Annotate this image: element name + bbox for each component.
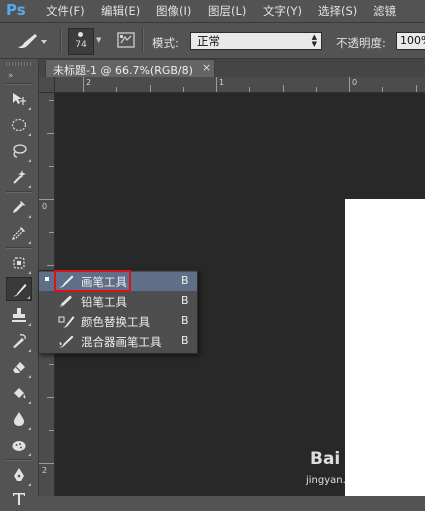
paint-bucket-icon [14, 388, 26, 399]
flyout-item-shortcut: B [181, 274, 189, 287]
document-tab[interactable]: 未标题-1 @ 66.7%(RGB/8) × [45, 59, 215, 77]
clone-stamp-icon [12, 308, 26, 322]
flyout-item-label: 混合器画笔工具 [81, 335, 162, 349]
watermark-brand: Bai [310, 449, 341, 469]
annotation-highlight-box [54, 270, 131, 292]
watermark-brand-cn: 经验 [368, 454, 396, 470]
spot-healing-tool-button[interactable] [6, 251, 32, 275]
toolbox-separator [6, 459, 32, 461]
blur-tool-button[interactable] [6, 407, 32, 431]
brush-size-picker[interactable]: 74 [68, 28, 94, 55]
menu-file[interactable]: 文件(F) [46, 3, 85, 19]
menu-edit[interactable]: 编辑(E) [101, 3, 140, 19]
ruler-label: 0 [352, 78, 358, 87]
menu-bar: Ps 文件(F) 编辑(E) 图像(I) 图层(L) 文字(Y) 选择(S) 滤… [0, 0, 425, 23]
color-replacement-icon [58, 316, 75, 328]
photoshop-logo: Ps [6, 1, 26, 19]
history-brush-tool-button[interactable] [6, 329, 32, 353]
opacity-input[interactable]: 100% [396, 32, 425, 50]
eyedropper-tool-button[interactable] [6, 195, 32, 219]
options-bar: 74 ▼ 模式: 正常 ▲▼ 不透明度: 100% [0, 23, 425, 59]
ruler-origin[interactable] [39, 77, 55, 93]
blur-icon [14, 412, 24, 426]
options-separator [142, 28, 144, 53]
opacity-label: 不透明度: [336, 36, 386, 50]
toolbox-grip[interactable] [6, 62, 32, 66]
flyout-item-color-replacement-tool[interactable]: 颜色替换工具 B [39, 312, 197, 331]
close-icon[interactable]: × [202, 61, 211, 74]
menu-filter[interactable]: 滤镜 [373, 3, 396, 19]
ruler-label: 1 [219, 78, 225, 87]
sponge-tool-button[interactable] [6, 433, 32, 457]
flyout-item-pencil-tool[interactable]: 铅笔工具 B [39, 292, 197, 311]
horizontal-ruler[interactable]: 2 1 0 [55, 77, 425, 93]
menu-select[interactable]: 选择(S) [318, 3, 357, 19]
move-icon [13, 93, 26, 105]
color-sampler-tool-button[interactable] [6, 221, 32, 245]
history-brush-icon [13, 334, 26, 348]
menu-layer[interactable]: 图层(L) [208, 3, 246, 19]
brush-tip-preview [78, 32, 83, 37]
spot-healing-icon [13, 257, 25, 269]
marquee-tool-button[interactable] [6, 113, 32, 137]
tool-preset-picker[interactable] [14, 30, 52, 52]
mode-label: 模式: [152, 36, 179, 50]
selected-bullet-icon [45, 277, 49, 281]
ruler-label: 2 [86, 78, 92, 87]
paint-bucket-tool-button[interactable] [6, 381, 32, 405]
eyedropper-icon [13, 201, 25, 213]
eraser-tool-button[interactable] [6, 355, 32, 379]
mixer-brush-icon [59, 335, 74, 348]
brush-size-value: 74 [75, 40, 87, 50]
watermark-url: jingyan.baidu.com [306, 475, 399, 486]
flyout-item-label: 铅笔工具 [81, 295, 127, 309]
ruler-label: 2 [42, 466, 48, 475]
flyout-item-label: 颜色替换工具 [81, 315, 150, 329]
pen-icon [14, 468, 24, 481]
ruler-label: 0 [42, 202, 48, 211]
flyout-item-shortcut: B [181, 294, 189, 307]
sponge-icon [12, 441, 26, 451]
flyout-item-shortcut: B [181, 334, 189, 347]
blend-mode-select[interactable]: 正常 ▲ ▼ [190, 32, 322, 50]
lasso-icon [13, 144, 27, 158]
document-tab-bar: 未标题-1 @ 66.7%(RGB/8) × [39, 59, 425, 77]
brush-size-dropdown-icon[interactable]: ▼ [96, 36, 101, 44]
pen-tool-button[interactable] [6, 463, 32, 487]
ruler-ticks [83, 77, 417, 92]
select-arrows-icon: ▲ ▼ [311, 33, 317, 48]
blend-mode-value: 正常 [197, 34, 220, 48]
toolbox-separator [6, 247, 32, 249]
magic-wand-icon [13, 170, 26, 184]
baidu-paw-icon [345, 453, 363, 472]
options-separator [60, 28, 62, 53]
clone-stamp-tool-button[interactable] [6, 303, 32, 327]
brush-tool-button[interactable] [6, 277, 32, 301]
collapse-toolbox-icon[interactable]: » [8, 71, 13, 81]
pencil-icon [60, 295, 72, 307]
brush-panel-toggle-button[interactable] [116, 31, 136, 49]
flyout-item-shortcut: B [181, 314, 189, 327]
toolbox-separator [6, 83, 32, 85]
flyout-item-mixer-brush-tool[interactable]: 混合器画笔工具 B [39, 332, 197, 351]
brush-icon [18, 34, 47, 49]
brush-panel-icon [117, 32, 135, 48]
toolbox: » [0, 59, 39, 505]
magic-wand-tool-button[interactable] [6, 165, 32, 189]
brush-icon [13, 284, 27, 297]
marquee-icon [11, 118, 27, 132]
baidu-jingyan-watermark: Bai 经验 jingyan.baidu.com [306, 449, 424, 495]
menu-image[interactable]: 图像(I) [156, 3, 191, 19]
type-icon [13, 493, 25, 505]
menu-type[interactable]: 文字(Y) [263, 3, 302, 19]
lasso-tool-button[interactable] [6, 139, 32, 163]
eraser-icon [13, 362, 25, 373]
move-tool-button[interactable] [6, 87, 32, 111]
type-tool-button[interactable] [6, 487, 32, 511]
document-tab-title: 未标题-1 @ 66.7%(RGB/8) [53, 64, 193, 77]
color-sampler-icon [12, 227, 25, 240]
toolbox-separator [6, 191, 32, 193]
